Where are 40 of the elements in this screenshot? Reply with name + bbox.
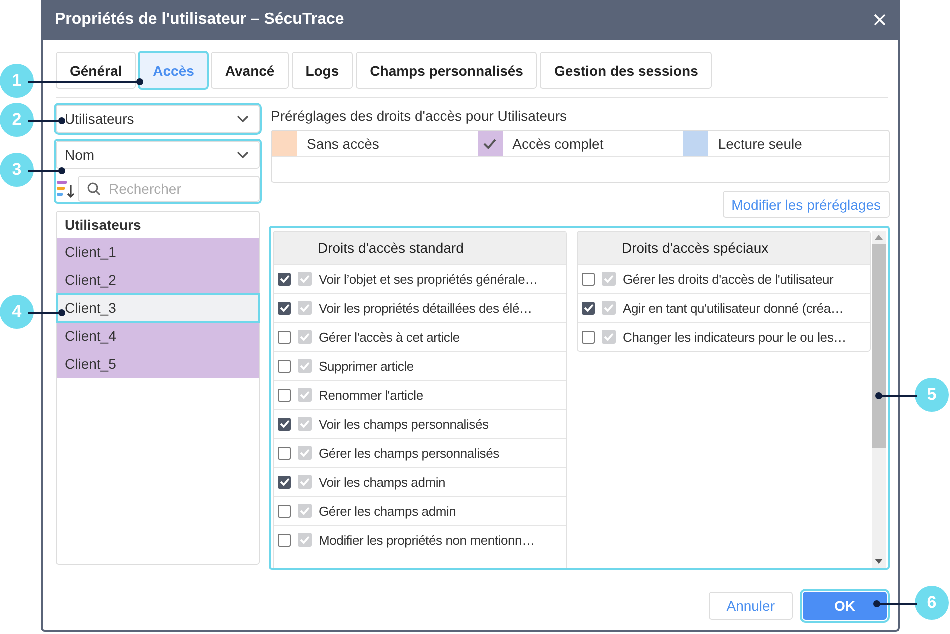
callout-badge: 6 xyxy=(915,586,949,620)
tab[interactable]: Logs xyxy=(292,52,354,89)
object-type-dropdown[interactable]: Utilisateurs xyxy=(56,105,260,133)
right-label: Gérer les champs personnalisés xyxy=(319,446,500,460)
tab[interactable]: Général xyxy=(56,52,136,89)
preset-label: Lecture seule xyxy=(718,136,802,152)
user-list-item[interactable]: Client_2 xyxy=(57,266,259,294)
right-label: Supprimer article xyxy=(319,358,414,374)
right-label: Modifier les propriétés non mentionn… xyxy=(319,532,535,548)
callout-badge: 2 xyxy=(0,103,34,137)
right-label: Gérer l'accès à cet article xyxy=(319,330,460,344)
user-list-item[interactable]: Client_3 xyxy=(57,294,259,322)
user-list-item[interactable]: Client_1 xyxy=(57,238,259,266)
column-header: Droits d'accès standard xyxy=(274,232,566,264)
column-header: Droits d'accès spéciaux xyxy=(578,232,870,264)
user-list-item[interactable]: Client_5 xyxy=(57,350,259,378)
callout-badge: 3 xyxy=(0,153,34,187)
preset-label: Sans accès xyxy=(307,136,380,152)
right-label: Voir l’objet et ses propriétés générale… xyxy=(319,272,538,286)
callout-badge: 4 xyxy=(0,295,34,329)
right-label: Renommer l'article xyxy=(319,388,424,402)
list-header: Utilisateurs xyxy=(64,216,142,235)
right-label: Voir les propriétés détaillées des élé… xyxy=(319,300,532,316)
callout-badge: 5 xyxy=(915,378,949,412)
right-label: Changer les indicateurs pour le ou les… xyxy=(623,330,846,344)
tab[interactable]: Champs personnalisés xyxy=(356,52,538,89)
preset-label: Accès complet xyxy=(512,136,604,152)
sort-dropdown[interactable]: Nom xyxy=(56,141,260,169)
right-label: Gérer les champs admin xyxy=(319,504,456,518)
callout-badge: 1 xyxy=(0,64,34,98)
presets-title: Préréglages des droits d'accès pour Utilisateurs xyxy=(271,108,568,124)
right-label: Gérer les droits d'accès de l'utilisateur xyxy=(623,272,834,286)
user-list-item[interactable]: Client_4 xyxy=(57,322,259,350)
search-field[interactable]: Rechercher xyxy=(78,176,260,202)
tab[interactable]: Gestion des sessions xyxy=(540,52,712,89)
right-label: Voir les champs personnalisés xyxy=(319,416,489,432)
right-label: Agir en tant qu'utilisateur donné (créa… xyxy=(623,300,844,316)
tab[interactable]: Avancé xyxy=(211,52,289,89)
right-label: Voir les champs admin xyxy=(319,474,446,490)
window-title: Propriétés de l'utilisateur – SécuTrace xyxy=(55,11,344,29)
